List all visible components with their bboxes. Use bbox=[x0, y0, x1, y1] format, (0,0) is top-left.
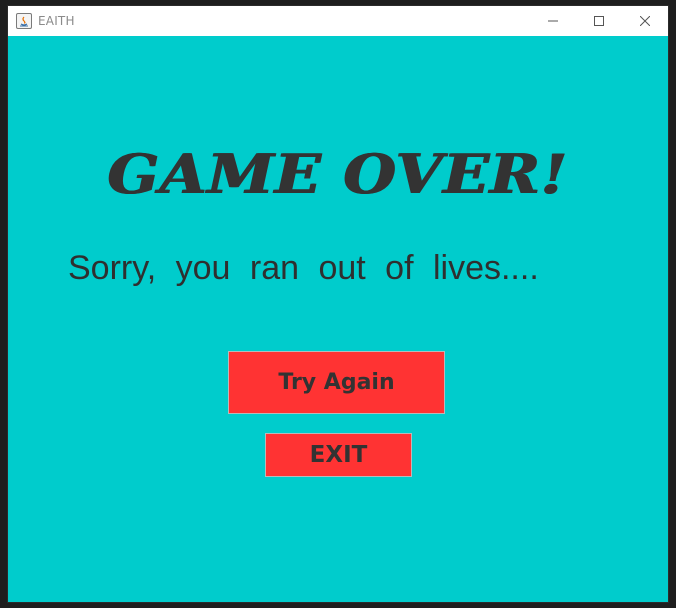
close-button[interactable] bbox=[622, 6, 668, 36]
game-over-panel: GAME OVER! Sorry, you ran out of lives..… bbox=[8, 36, 668, 602]
maximize-button[interactable] bbox=[576, 6, 622, 36]
window-title: EAITH bbox=[38, 14, 75, 28]
out-of-lives-message: Sorry, you ran out of lives.... bbox=[68, 249, 539, 287]
game-window: EAITH GAME OVER! Sorry, you ran out of l… bbox=[8, 6, 668, 602]
try-again-button[interactable]: Try Again bbox=[228, 351, 445, 414]
title-bar[interactable]: EAITH bbox=[8, 6, 668, 36]
close-icon bbox=[640, 16, 650, 26]
minimize-icon bbox=[548, 16, 558, 26]
game-over-heading: GAME OVER! bbox=[107, 143, 569, 207]
java-app-icon bbox=[16, 13, 32, 29]
maximize-icon bbox=[594, 16, 604, 26]
minimize-button[interactable] bbox=[530, 6, 576, 36]
exit-button[interactable]: EXIT bbox=[265, 433, 412, 477]
